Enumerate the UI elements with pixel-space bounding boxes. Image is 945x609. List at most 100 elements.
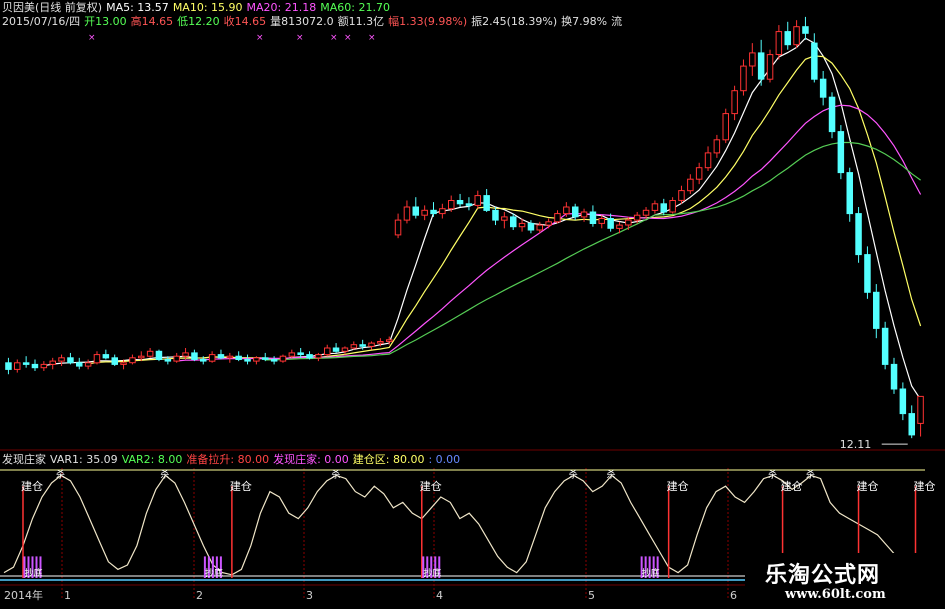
candle-body	[518, 222, 526, 228]
bar-volume: 量813072.0	[270, 15, 334, 28]
candle-body	[633, 214, 641, 221]
candle-body	[474, 195, 481, 206]
candle-body	[439, 208, 446, 215]
candle-body	[846, 172, 853, 215]
candle-body	[120, 362, 127, 365]
x-label-3: 3	[306, 589, 313, 602]
candle-body	[704, 152, 712, 169]
candle-body	[368, 342, 375, 347]
find-dealer-value: 发现庄家: 0.00	[273, 453, 349, 466]
header-marker-4: ×	[344, 33, 352, 43]
candle-body	[403, 206, 411, 221]
bar-turnover: 换7.98%	[561, 15, 608, 28]
candle-body	[76, 362, 83, 367]
header-marker-1: ×	[256, 33, 264, 43]
bottom-label: 抄底	[423, 567, 441, 579]
candle-body	[766, 54, 774, 80]
header-marker-3: ×	[330, 33, 338, 43]
candle-body	[802, 26, 809, 34]
candle-body	[483, 195, 490, 211]
top-label: 杀	[569, 468, 578, 480]
top-label: 杀	[331, 468, 340, 480]
candle-body	[536, 224, 543, 231]
candle-body	[31, 363, 39, 369]
candle-body	[262, 357, 269, 360]
bottom-label: 抄底	[642, 567, 660, 579]
stock-chart-window: 12.11 建仓 建仓 建仓 建仓 建仓 建仓 建仓 抄底 抄底 抄底 抄底 杀 杀 杀 杀 杀 杀 杀 × × × × × ×…	[0, 0, 945, 609]
watermark-url: www.60lt.com	[785, 587, 886, 602]
candle-body	[456, 200, 464, 205]
candle-body	[899, 388, 907, 415]
signal-label: 建仓	[21, 479, 43, 493]
x-label-year: 2014年	[4, 589, 43, 602]
candle-body	[350, 344, 358, 349]
chart-canvas[interactable]: 12.11 建仓 建仓 建仓 建仓 建仓 建仓 建仓抄底 抄底 抄底 抄底 杀 杀 杀 杀 杀 杀 杀 × × × × × ×	[0, 0, 945, 609]
candle-body	[687, 178, 694, 192]
indicator-legend: 发现庄家 VAR1: 35.09 VAR2: 8.00 准备拉升: 80.00 发现庄家…	[2, 453, 464, 467]
candle-body	[138, 355, 145, 359]
signal-label: 建仓	[667, 479, 689, 493]
candle-body	[563, 206, 570, 215]
candle-body	[244, 359, 251, 362]
candle-body	[412, 206, 419, 216]
x-label-6: 6	[730, 589, 737, 602]
x-label-5: 5	[588, 589, 595, 602]
candle-body	[164, 359, 172, 362]
candle-body	[678, 190, 685, 201]
bottom-label: 抄底	[205, 567, 223, 579]
ma5-value: MA5: 13.57	[106, 1, 169, 14]
header-marker-0: ×	[88, 33, 96, 43]
candle-body	[14, 362, 21, 370]
candle-body	[270, 359, 278, 362]
candle-body	[217, 354, 225, 359]
signal-label: 建仓	[420, 479, 442, 493]
bar-amount: 额11.3亿	[337, 15, 385, 28]
candle-body	[713, 139, 721, 154]
ready-rise-value: 准备拉升: 80.00	[186, 453, 270, 466]
candle-body	[572, 206, 579, 218]
candle-body	[492, 209, 499, 221]
ohlc-readout: 2015/07/16/四 开13.00 高14.65 低12.20 收14.65 量813…	[2, 15, 626, 29]
bar-high: 高14.65	[130, 15, 174, 28]
header-marker-5: ×	[368, 33, 376, 43]
candle-body	[855, 213, 862, 256]
candle-body	[182, 352, 189, 357]
candle-body	[129, 357, 136, 364]
candle-body	[917, 395, 924, 424]
candle-body	[200, 359, 207, 362]
signal-label: 建仓	[914, 479, 936, 493]
top-label: 杀	[607, 468, 616, 480]
candle-body	[5, 362, 12, 370]
bar-low: 低12.20	[177, 15, 220, 28]
candle-body	[341, 347, 349, 352]
candle-body	[784, 31, 791, 46]
ma60-value: MA60: 21.70	[320, 1, 390, 14]
ma20-value: MA20: 21.18	[246, 1, 317, 14]
candle-body	[146, 350, 154, 357]
candle-body	[253, 357, 260, 362]
ma60-line	[265, 141, 921, 361]
candle-body	[554, 213, 561, 223]
candle-body	[67, 357, 74, 364]
candle-body	[757, 52, 765, 80]
candle-body	[297, 352, 304, 355]
candle-body	[625, 219, 632, 226]
candle-body	[173, 355, 180, 362]
candle-body	[749, 52, 756, 67]
candle-body	[873, 291, 880, 329]
candle-body	[49, 360, 56, 365]
candle-body	[793, 26, 800, 46]
bar-amplitude: 振2.45(18.39%)	[471, 15, 558, 28]
candle-body	[394, 219, 402, 236]
top-label: 杀	[56, 468, 65, 480]
candle-body	[651, 203, 659, 211]
candle-body	[695, 167, 703, 180]
x-label-2: 2	[196, 589, 203, 602]
candle-body	[819, 78, 827, 98]
candle-body	[22, 362, 30, 365]
candle-body	[288, 352, 296, 357]
var1-value: VAR1: 35.09	[50, 453, 118, 466]
candle-body	[669, 200, 676, 213]
bar-open: 开13.00	[84, 15, 127, 28]
candle-body	[102, 354, 110, 359]
